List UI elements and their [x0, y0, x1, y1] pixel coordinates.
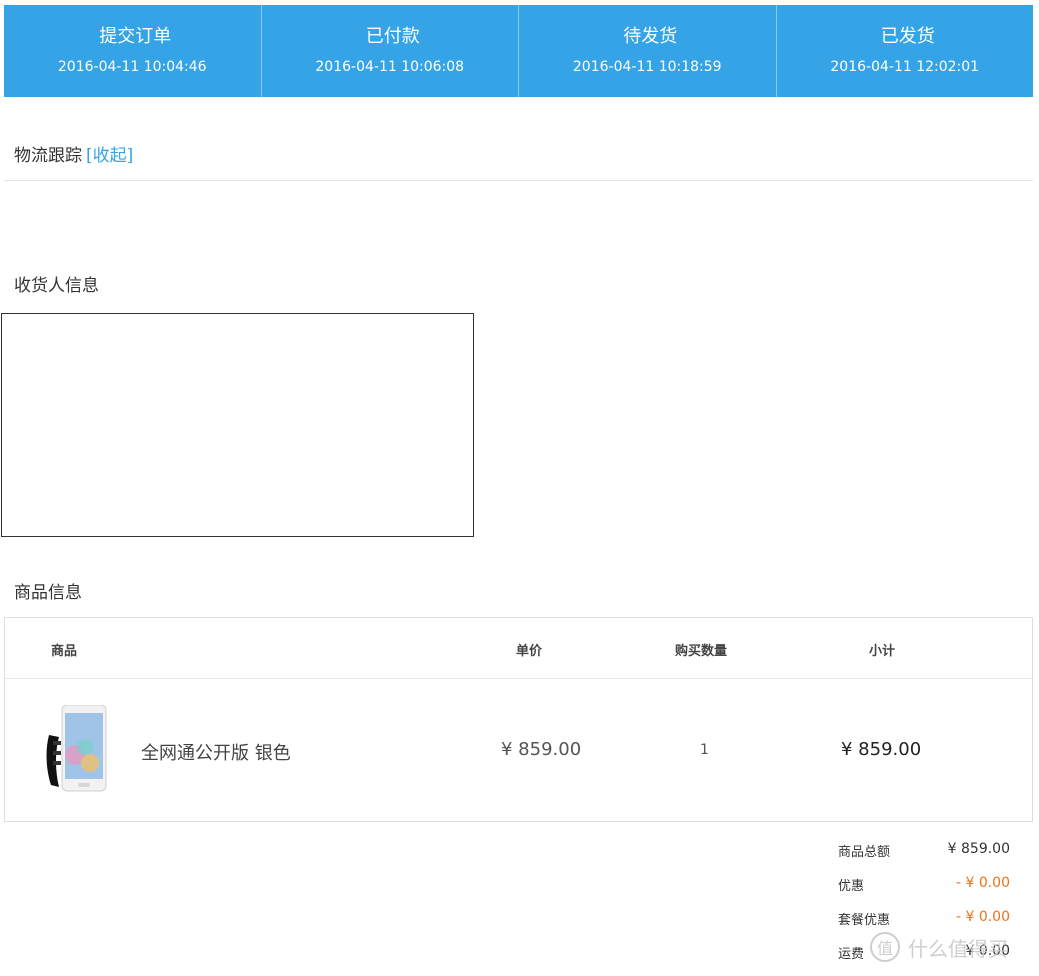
summary-value: - ¥ 0.00	[955, 909, 1010, 925]
step-time: 2016-04-11 10:04:46	[57, 59, 207, 75]
summary-value: - ¥ 0.00	[955, 875, 1010, 891]
receiver-info-box	[1, 313, 474, 537]
step-title: 已发货	[880, 26, 935, 47]
watermark-text: 什么值得买	[908, 936, 1008, 961]
step-title: 待发货	[623, 26, 678, 47]
column-header-quantity: 购买数量	[675, 644, 728, 659]
step-shipped: 已发货 2016-04-11 12:02:01	[776, 5, 1033, 97]
summary-discount: 优惠 - ¥ 0.00	[838, 875, 1010, 895]
product-thumbnail[interactable]	[45, 705, 107, 793]
column-header-unit-price: 单价	[516, 644, 543, 659]
product-table: 商品 单价 购买数量 小计 全网通公开版 银色 ¥ 859.00 1 ¥ 859…	[4, 617, 1033, 822]
order-progress-bar: 提交订单 2016-04-11 10:04:46 已付款 2016-04-11 …	[4, 5, 1033, 97]
unit-price: ¥ 859.00	[501, 739, 582, 760]
product-name-link[interactable]: 全网通公开版 银色	[141, 739, 291, 765]
step-awaiting-shipment: 待发货 2016-04-11 10:18:59	[519, 5, 777, 97]
product-info-title: 商品信息	[14, 583, 82, 603]
quantity: 1	[700, 742, 709, 758]
step-time: 2016-04-11 12:02:01	[830, 59, 980, 75]
step-title: 已付款	[365, 26, 420, 47]
step-time: 2016-04-11 10:18:59	[572, 59, 722, 75]
summary-label: 商品总额	[838, 845, 891, 860]
table-header: 商品 单价 购买数量 小计	[5, 618, 1032, 679]
summary-label: 套餐优惠	[838, 913, 891, 928]
logistics-title: 物流跟踪	[14, 146, 82, 166]
watermark: 值 什么值得买	[870, 932, 1008, 962]
column-header-product: 商品	[51, 644, 78, 659]
receiver-info-title: 收货人信息	[14, 276, 99, 296]
summary-package-discount: 套餐优惠 - ¥ 0.00	[838, 909, 1010, 929]
collapse-logistics-link[interactable]: [收起]	[86, 146, 133, 166]
subtotal: ¥ 859.00	[841, 739, 922, 760]
summary-value: ¥ 859.00	[947, 841, 1010, 857]
summary-label: 优惠	[838, 879, 865, 894]
step-title: 提交订单	[99, 26, 172, 47]
column-header-subtotal: 小计	[869, 644, 896, 659]
summary-goods-total: 商品总额 ¥ 859.00	[838, 841, 1010, 861]
summary-label: 运费	[838, 947, 865, 962]
step-submit-order: 提交订单 2016-04-11 10:04:46	[4, 5, 262, 97]
table-row: 全网通公开版 银色 ¥ 859.00 1 ¥ 859.00	[5, 679, 1032, 821]
step-time: 2016-04-11 10:06:08	[315, 59, 465, 75]
logistics-section-header: 物流跟踪 [收起]	[4, 137, 1033, 181]
step-paid: 已付款 2016-04-11 10:06:08	[261, 5, 519, 97]
watermark-logo-icon: 值	[870, 932, 900, 962]
